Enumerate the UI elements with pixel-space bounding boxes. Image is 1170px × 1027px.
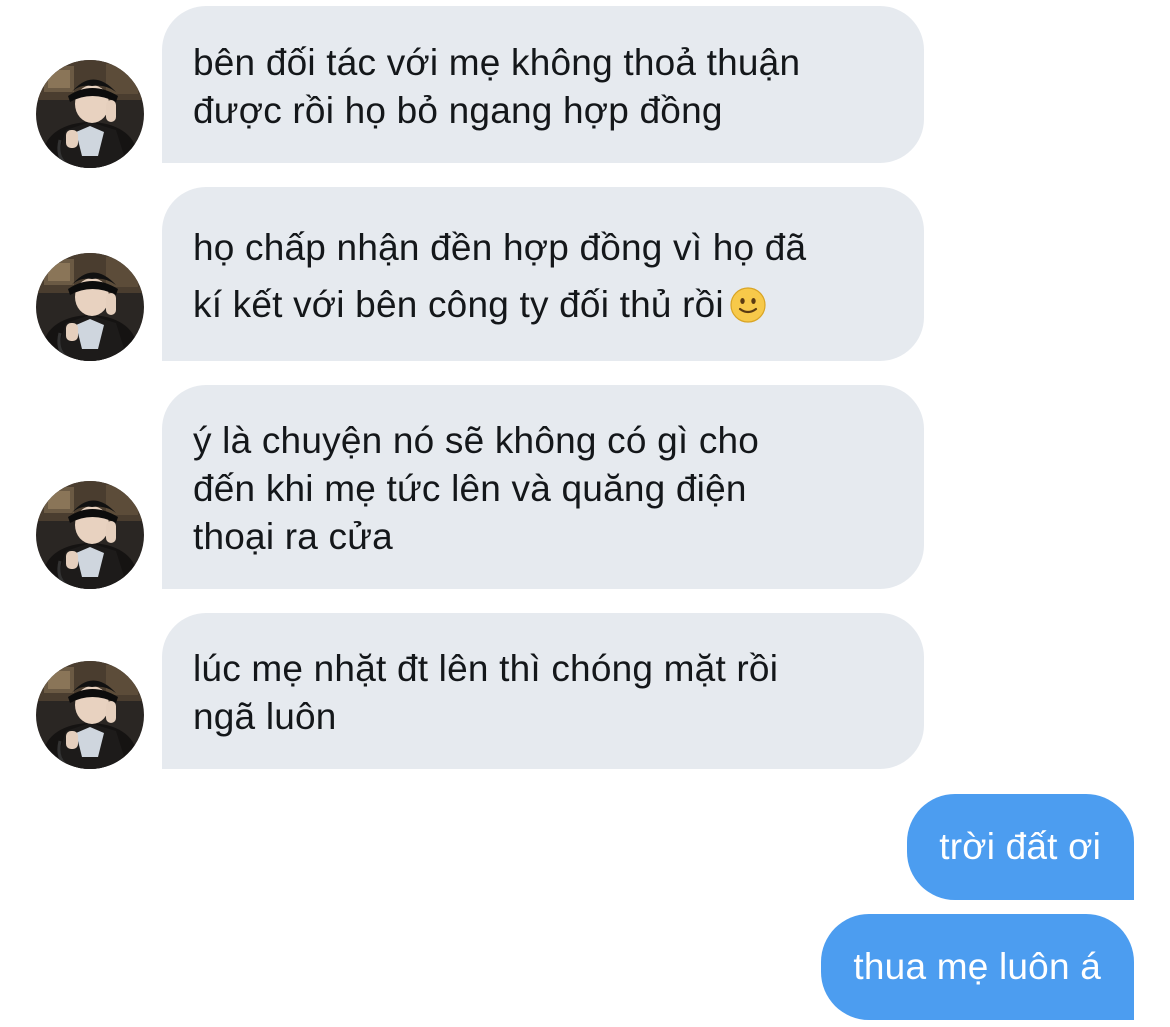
message-text-line: ý là chuyện nó sẽ không có gì cho [193, 420, 760, 461]
message-text-line: được rồi họ bỏ ngang hợp đồng [193, 90, 723, 131]
message-row-received: họ chấp nhận đền hợp đồng vì họ đã kí kế… [0, 187, 1170, 361]
message-text-segment: kí kết với bên công ty đối thủ rồi [193, 284, 724, 325]
message-text-line: đến khi mẹ tức lên và quăng điện [193, 468, 747, 509]
message-row-received: bên đối tác với mẹ không thoả thuận được… [0, 6, 1170, 163]
avatar-image [36, 60, 144, 168]
message-text-line: kí kết với bên công ty đối thủ rồi [193, 276, 884, 333]
sender-avatar[interactable] [36, 481, 144, 589]
sender-avatar[interactable] [36, 661, 144, 769]
sender-avatar[interactable] [36, 60, 144, 168]
received-message-bubble[interactable]: bên đối tác với mẹ không thoả thuận được… [162, 6, 924, 163]
slightly-smiling-face-icon [730, 287, 766, 323]
message-row-received: ý là chuyện nó sẽ không có gì cho đến kh… [0, 385, 1170, 589]
message-text: trời đất ơi [939, 826, 1101, 867]
message-row-received: lúc mẹ nhặt đt lên thì chóng mặt rồi ngã… [0, 613, 1170, 769]
avatar-image [36, 253, 144, 361]
message-thread: bên đối tác với mẹ không thoả thuận được… [0, 0, 1170, 1027]
message-text: thua mẹ luôn á [853, 946, 1101, 987]
received-message-bubble[interactable]: lúc mẹ nhặt đt lên thì chóng mặt rồi ngã… [162, 613, 924, 769]
message-text-line: họ chấp nhận đền hợp đồng vì họ đã [193, 227, 807, 268]
sender-avatar[interactable] [36, 253, 144, 361]
message-text-line: bên đối tác với mẹ không thoả thuận [193, 42, 801, 83]
received-message-bubble[interactable]: ý là chuyện nó sẽ không có gì cho đến kh… [162, 385, 924, 589]
message-text-line: ngã luôn [193, 696, 337, 737]
sent-message-bubble[interactable]: trời đất ơi [907, 794, 1134, 900]
message-text-line: thoại ra cửa [193, 516, 393, 557]
avatar-image [36, 661, 144, 769]
sent-message-bubble[interactable]: thua mẹ luôn á [821, 914, 1134, 1020]
received-message-bubble[interactable]: họ chấp nhận đền hợp đồng vì họ đã kí kế… [162, 187, 924, 361]
avatar-image [36, 481, 144, 589]
message-text-line: lúc mẹ nhặt đt lên thì chóng mặt rồi [193, 648, 779, 689]
